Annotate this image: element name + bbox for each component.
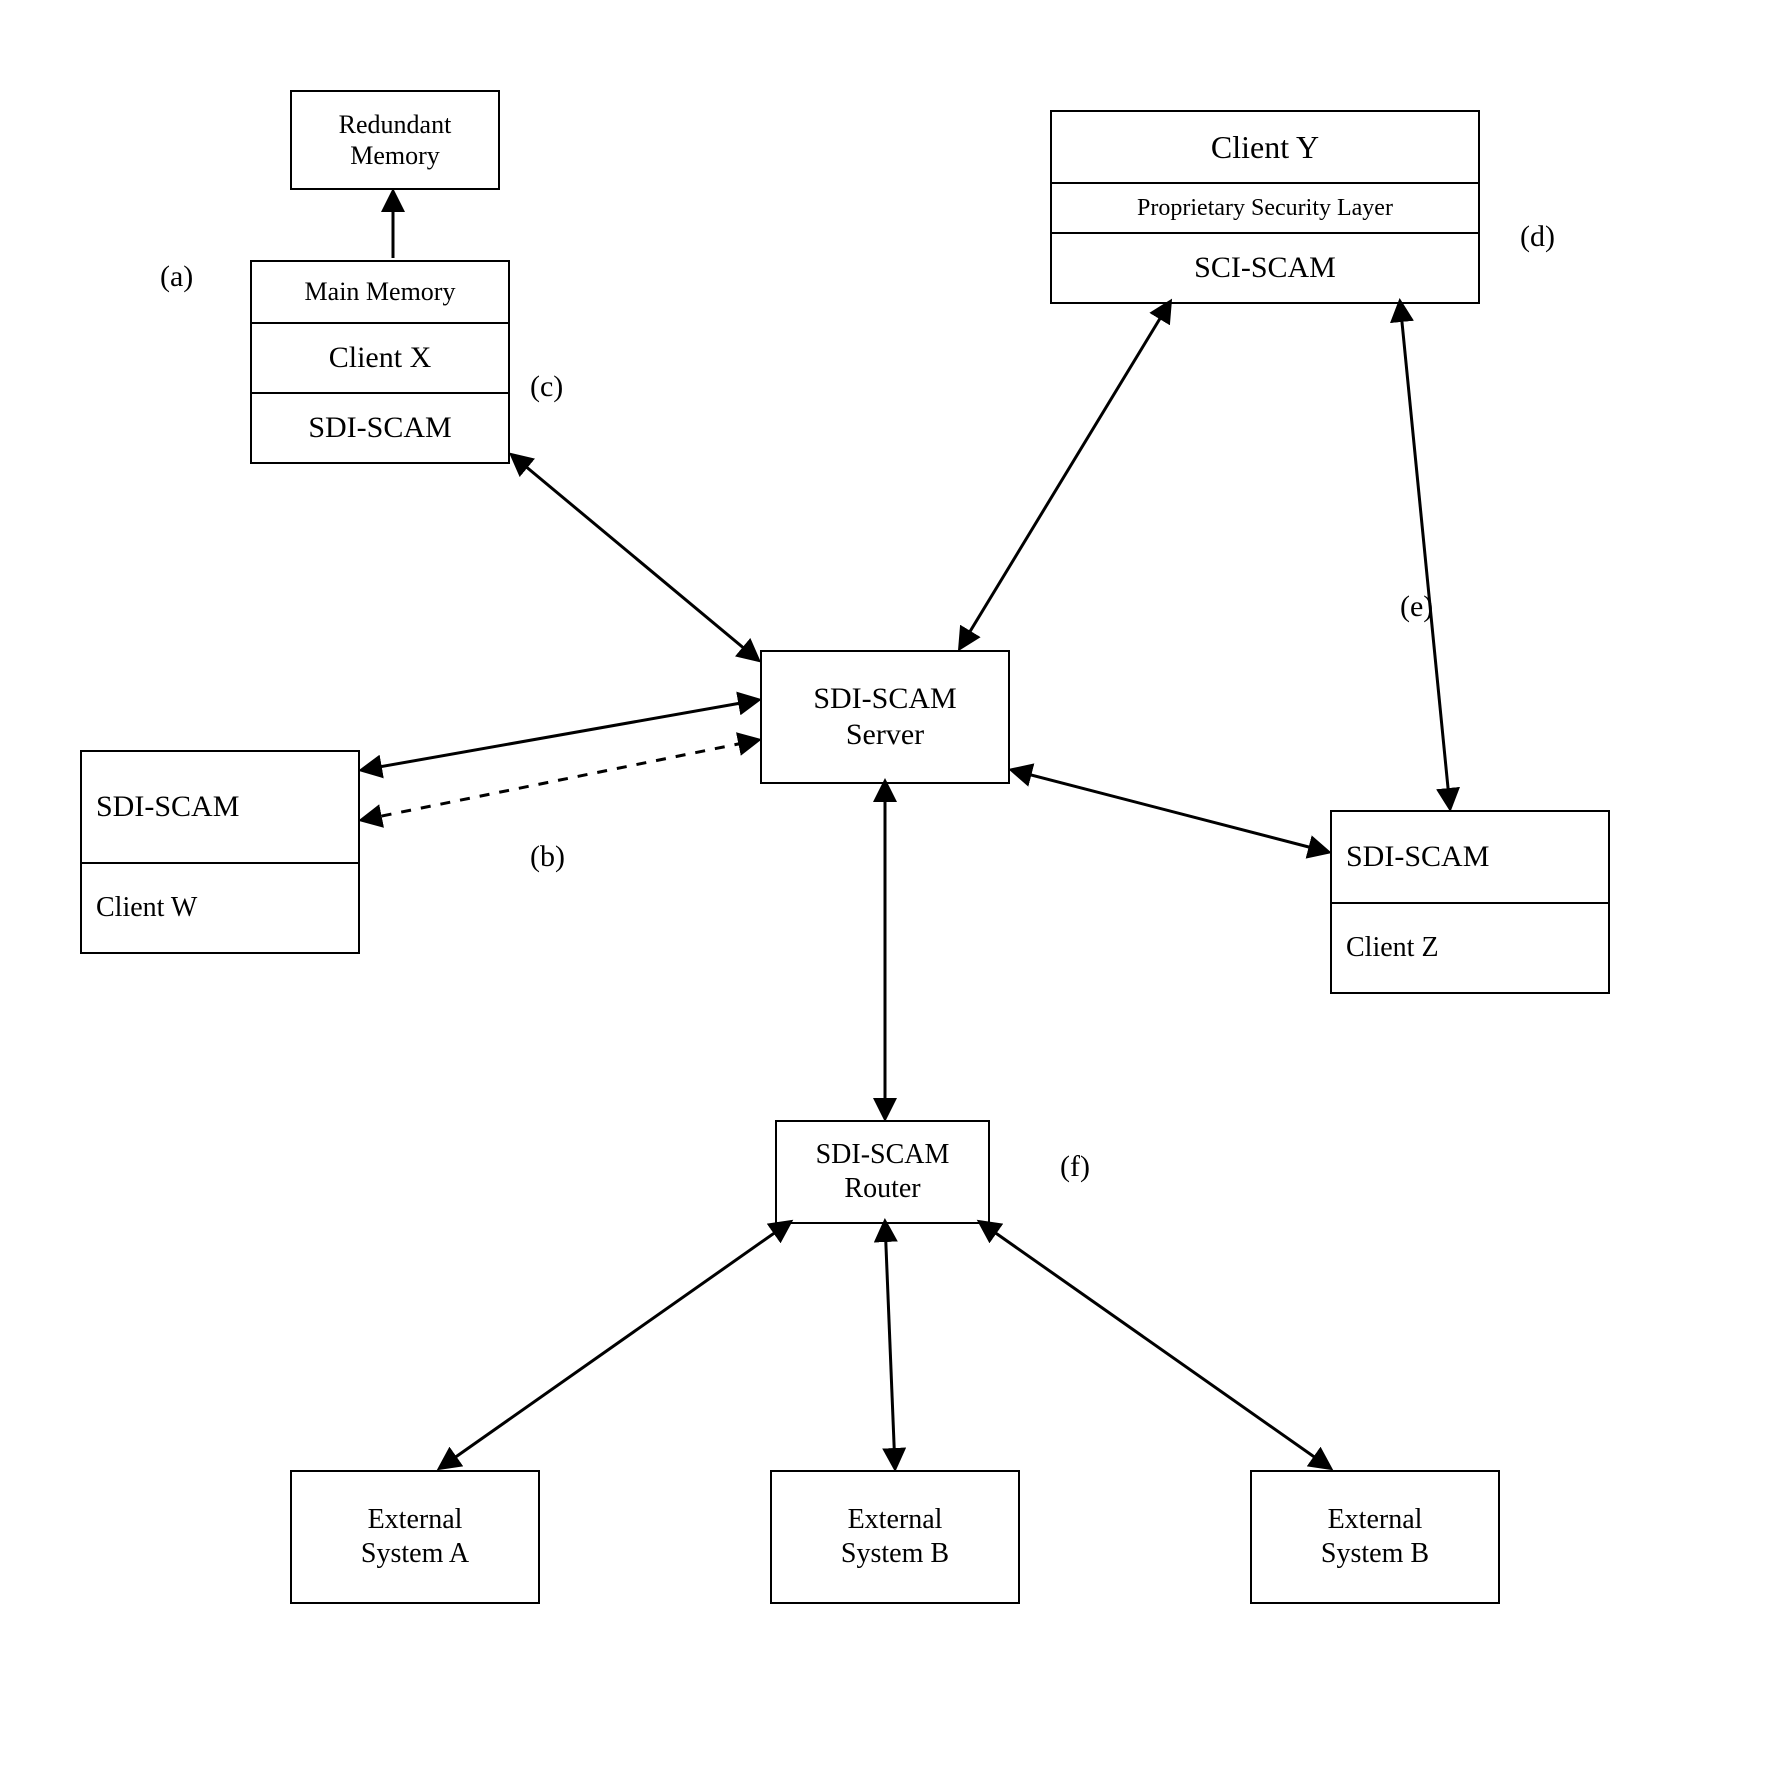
ext-b2-line1: External bbox=[1328, 1503, 1423, 1537]
ext-a-line1: External bbox=[368, 1503, 463, 1537]
server-line2: Server bbox=[846, 717, 924, 753]
node-external-system-a: External System A bbox=[290, 1470, 540, 1604]
ext-a-line2: System A bbox=[361, 1537, 469, 1571]
client-z-row-sdiscam: SDI-SCAM bbox=[1332, 812, 1608, 902]
client-w-row-sdiscam: SDI-SCAM bbox=[82, 752, 358, 862]
label-f: (f) bbox=[1060, 1150, 1090, 1184]
client-y-row-client: Client Y bbox=[1052, 112, 1478, 182]
router-line1: SDI-SCAM bbox=[816, 1138, 950, 1172]
edge-clientw-server-solid bbox=[362, 700, 758, 770]
node-external-system-b-2: External System B bbox=[1250, 1470, 1500, 1604]
node-client-x: Main Memory Client X SDI-SCAM bbox=[250, 260, 510, 464]
client-y-row-proprietary: Proprietary Security Layer bbox=[1052, 182, 1478, 232]
ext-b-line1: External bbox=[848, 1503, 943, 1537]
client-x-row-main-memory: Main Memory bbox=[252, 262, 508, 322]
edge-clientw-server-dashed bbox=[362, 740, 758, 820]
node-client-w: SDI-SCAM Client W bbox=[80, 750, 360, 954]
node-redundant-memory: Redundant Memory bbox=[290, 90, 500, 190]
client-w-row-client: Client W bbox=[82, 862, 358, 952]
edge-clientx-server bbox=[512, 455, 758, 660]
ext-b-line2: System B bbox=[841, 1537, 949, 1571]
node-client-z: SDI-SCAM Client Z bbox=[1330, 810, 1610, 994]
edge-router-exta bbox=[440, 1222, 790, 1468]
router-line2: Router bbox=[844, 1172, 920, 1206]
client-x-row-sdiscam: SDI-SCAM bbox=[252, 392, 508, 462]
client-y-row-sciscam: SCI-SCAM bbox=[1052, 232, 1478, 302]
label-b: (b) bbox=[530, 840, 565, 874]
client-z-row-client: Client Z bbox=[1332, 902, 1608, 992]
node-client-y: Client Y Proprietary Security Layer SCI-… bbox=[1050, 110, 1480, 304]
redundant-memory-line1: Redundant bbox=[339, 109, 452, 140]
edge-clienty-server bbox=[960, 302, 1170, 648]
redundant-memory-line2: Memory bbox=[350, 140, 440, 171]
edge-router-extb2 bbox=[980, 1222, 1330, 1468]
edge-router-extb bbox=[885, 1222, 895, 1468]
client-x-row-client: Client X bbox=[252, 322, 508, 392]
label-d: (d) bbox=[1520, 220, 1555, 254]
label-c: (c) bbox=[530, 370, 563, 404]
edge-server-clientz bbox=[1012, 770, 1328, 852]
node-router: SDI-SCAM Router bbox=[775, 1120, 990, 1224]
edge-clienty-clientz bbox=[1400, 302, 1450, 808]
label-e: (e) bbox=[1400, 590, 1433, 624]
node-server: SDI-SCAM Server bbox=[760, 650, 1010, 784]
node-external-system-b: External System B bbox=[770, 1470, 1020, 1604]
label-a: (a) bbox=[160, 260, 193, 294]
server-line1: SDI-SCAM bbox=[813, 681, 956, 717]
ext-b2-line2: System B bbox=[1321, 1537, 1429, 1571]
